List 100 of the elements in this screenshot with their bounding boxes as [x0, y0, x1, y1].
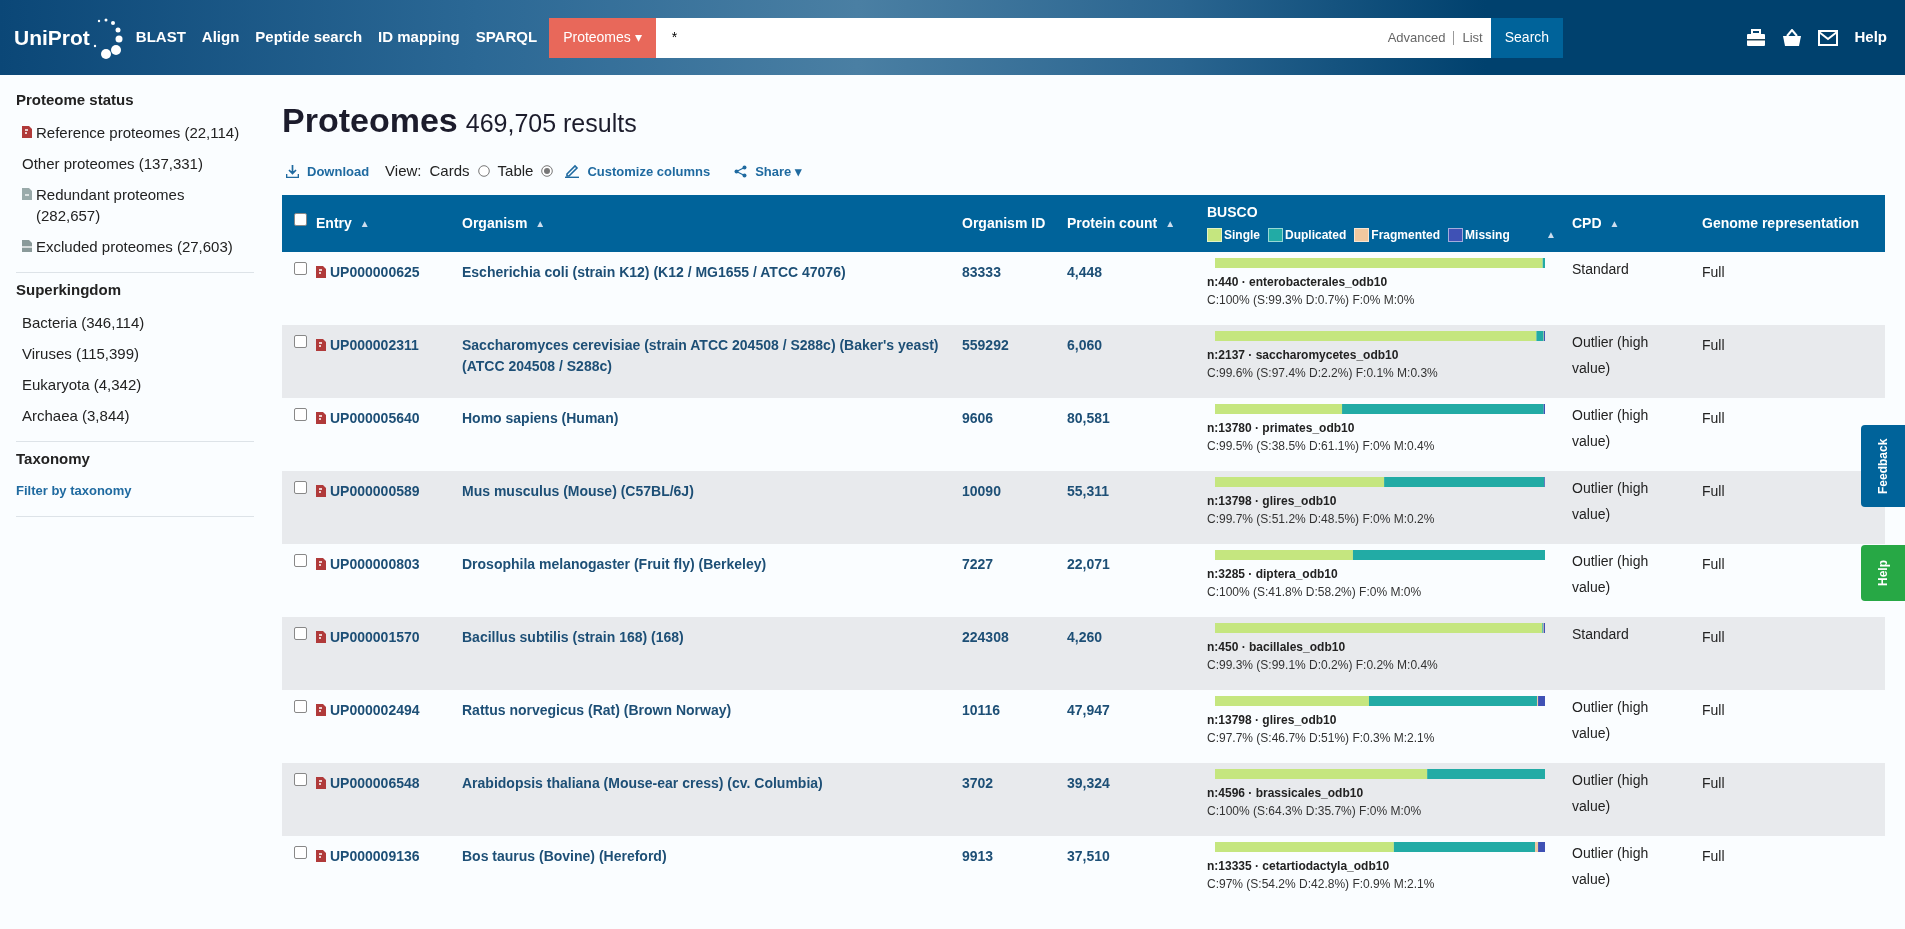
busco-detail: C:97.7% (S:46.7% D:51%) F:0.3% M:2.1% — [1207, 729, 1436, 747]
legend-label: Fragmented — [1371, 226, 1441, 244]
facet-heading: Proteome status — [16, 91, 135, 109]
checkbox[interactable] — [294, 772, 307, 786]
document-icon — [316, 777, 326, 789]
organism-link[interactable]: Homo sapiens (Human) — [462, 407, 619, 429]
checkbox[interactable] — [294, 480, 307, 494]
facet-item[interactable]: Reference proteomes (22,114) — [36, 122, 240, 143]
table-cell: 3702 — [962, 774, 994, 791]
logo-text[interactable]: UniProt — [14, 21, 90, 54]
busco-summary: n:13798 · glires_odb10 — [1207, 492, 1338, 510]
document-icon — [316, 631, 326, 643]
entry-link[interactable]: UP000002311 — [330, 334, 419, 356]
nav-link[interactable]: SPARQL — [475, 26, 538, 49]
table-cell: 55,311 — [1067, 482, 1110, 499]
checkbox[interactable] — [294, 334, 307, 348]
column-header[interactable]: Entry — [316, 212, 352, 234]
checkbox[interactable] — [294, 699, 307, 713]
checkbox[interactable] — [294, 261, 307, 275]
entry-link[interactable]: UP000000625 — [330, 261, 420, 283]
entry-link[interactable]: UP000000589 — [330, 480, 420, 502]
facet-item[interactable]: Archaea (3,844) — [22, 405, 130, 426]
sort-arrow[interactable]: ▲ — [1546, 227, 1556, 242]
checkbox[interactable] — [294, 553, 307, 567]
organism-link[interactable]: Mus musculus (Mouse) (C57BL/6J) — [462, 480, 694, 502]
facet-heading: Taxonomy — [16, 450, 91, 468]
organism-link[interactable]: Drosophila melanogaster (Fruit fly) (Berkeley) — [462, 553, 767, 575]
table-cell: Outlier (high value) — [1572, 406, 1649, 449]
facet-item[interactable]: Other proteomes (137,331) — [22, 153, 203, 174]
customize-link[interactable]: Customize columns — [565, 161, 711, 181]
share-icon — [734, 164, 748, 178]
document-icon — [316, 704, 326, 716]
organism-link[interactable]: Rattus norvegicus (Rat) (Brown Norway) — [462, 699, 732, 721]
organism-link[interactable]: Bos taurus (Bovine) (Hereford) — [462, 845, 667, 867]
facet-item[interactable]: Excluded proteomes (27,603) — [36, 236, 233, 257]
checkbox[interactable] — [294, 212, 307, 226]
sort-arrow[interactable]: ▲ — [1165, 215, 1176, 231]
busco-detail: C:97% (S:54.2% D:42.8%) F:0.9% M:2.1% — [1207, 875, 1436, 893]
document-icon — [22, 188, 32, 200]
sort-arrow[interactable]: ▲ — [359, 215, 370, 231]
busco-summary: n:13798 · glires_odb10 — [1207, 711, 1338, 729]
table-cell: Full — [1702, 482, 1725, 499]
advanced-link[interactable]: Advanced — [1387, 27, 1446, 48]
download-icon — [286, 164, 299, 178]
nav-link[interactable]: ID mapping — [378, 26, 460, 49]
share-dropdown[interactable]: Share ▾ — [734, 161, 802, 181]
document-icon — [316, 412, 326, 424]
column-header[interactable]: Protein count — [1067, 212, 1158, 234]
column-header[interactable]: Organism — [462, 212, 528, 234]
column-header[interactable]: CPD — [1572, 212, 1602, 234]
search-button[interactable]: Search — [1490, 17, 1564, 58]
nav-link[interactable]: BLAST — [135, 26, 186, 49]
view-option-label: Cards — [429, 161, 470, 181]
document-icon — [22, 126, 32, 138]
entry-link[interactable]: UP000001570 — [330, 626, 420, 648]
table-cell: Full — [1702, 847, 1725, 864]
organism-link[interactable]: Bacillus subtilis (strain 168) (168) — [462, 626, 684, 648]
table-cell: 10090 — [962, 482, 1001, 499]
nav-link[interactable]: Peptide search — [255, 26, 363, 49]
facet-item[interactable]: Eukaryota (4,342) — [22, 374, 142, 395]
envelope-icon[interactable] — [1818, 29, 1839, 46]
document-icon — [316, 850, 326, 862]
list-link[interactable]: List — [1462, 27, 1483, 48]
busco-summary: n:4596 · brassicales_odb10 — [1207, 784, 1365, 802]
feedback-tab[interactable]: Feedback — [1861, 425, 1905, 507]
basket-icon[interactable] — [1782, 28, 1803, 47]
table-cell: 9913 — [962, 847, 994, 864]
download-link[interactable]: Download — [286, 161, 370, 181]
radio-button[interactable] — [541, 165, 554, 178]
facet-item[interactable]: Redundant proteomes (282,657) — [36, 184, 248, 226]
table-cell: 39,324 — [1067, 774, 1110, 791]
legend-label: Single — [1224, 226, 1260, 244]
toolbox-icon[interactable] — [1746, 28, 1767, 47]
sort-arrow[interactable]: ▲ — [535, 215, 546, 231]
table-cell: Full — [1702, 774, 1725, 791]
column-header[interactable]: BUSCO — [1207, 201, 1556, 223]
facet-item[interactable]: Bacteria (346,114) — [22, 312, 145, 333]
divider — [1453, 30, 1455, 45]
document-icon — [316, 266, 326, 278]
filter-link[interactable]: Filter by taxonomy — [16, 476, 254, 506]
entry-link[interactable]: UP000006548 — [330, 772, 420, 794]
entry-link[interactable]: UP000009136 — [330, 845, 420, 867]
entry-link[interactable]: UP000002494 — [330, 699, 420, 721]
sort-arrow[interactable]: ▲ — [1609, 215, 1620, 231]
busco-detail: C:99.5% (S:38.5% D:61.1%) F:0% M:0.4% — [1207, 437, 1436, 455]
table-cell: 7227 — [962, 555, 994, 572]
nav-link[interactable]: Align — [201, 26, 240, 49]
radio-button[interactable] — [477, 165, 490, 178]
facet-item[interactable]: Viruses (115,399) — [22, 343, 139, 364]
checkbox[interactable] — [294, 626, 307, 640]
table-cell: Outlier (high value) — [1572, 844, 1649, 887]
checkbox[interactable] — [294, 845, 307, 859]
entry-link[interactable]: UP000005640 — [330, 407, 420, 429]
table-cell: Full — [1702, 701, 1725, 718]
checkbox[interactable] — [294, 407, 307, 421]
organism-link[interactable]: Escherichia coli (strain K12) (K12 / MG1655 / ATCC 47076) — [462, 261, 846, 283]
view-option-label: Table — [497, 161, 534, 181]
help-link[interactable]: Help — [1854, 26, 1887, 49]
entry-link[interactable]: UP000000803 — [330, 553, 420, 575]
search-field[interactable]: * Advanced List — [655, 17, 1491, 58]
